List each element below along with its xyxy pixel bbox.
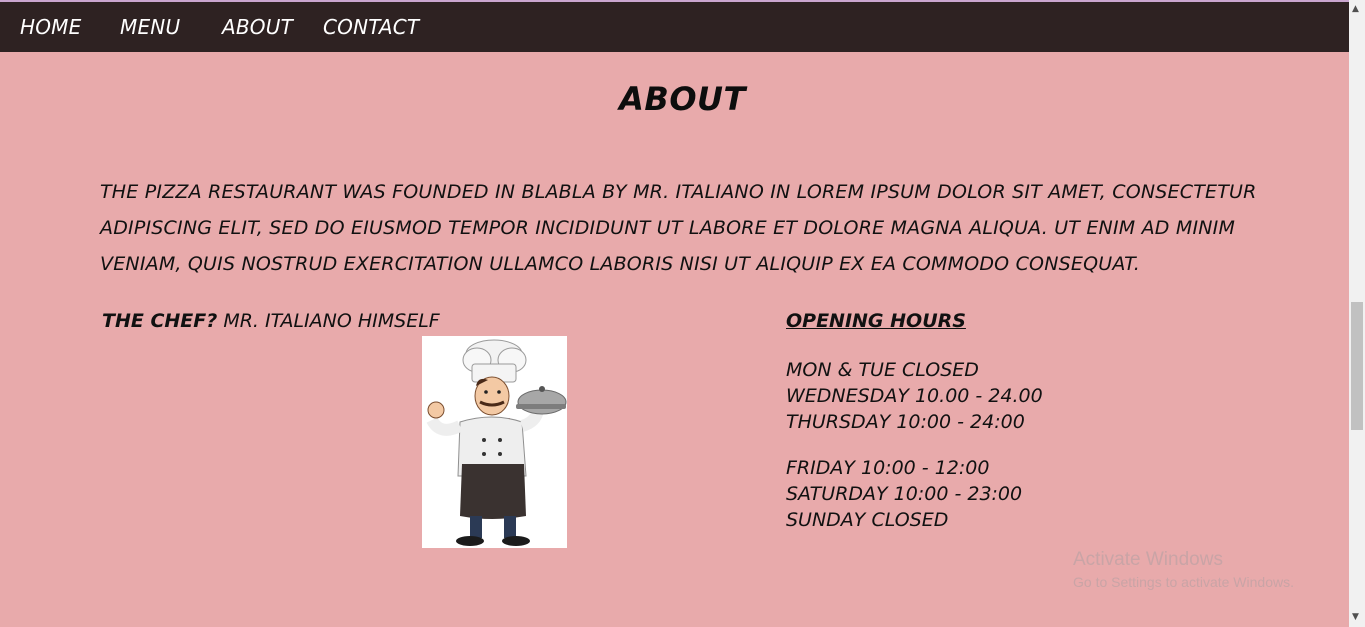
watermark-subtitle: Go to Settings to activate Windows. <box>1073 574 1294 590</box>
scrollbar-thumb[interactable] <box>1351 302 1363 430</box>
about-intro-text: THE PIZZA RESTAURANT WAS FOUNDED IN BLAB… <box>100 181 1257 275</box>
opening-hours-heading: OPENING HOURS <box>786 310 966 332</box>
hours-line: THURSDAY 10:00 - 24:00 <box>786 411 1025 433</box>
chef-illustration <box>422 336 567 548</box>
chef-label: THE CHEF? <box>102 310 218 332</box>
activate-windows-watermark: Activate Windows Go to Settings to activ… <box>1073 549 1294 590</box>
opening-hours-group-1: MON & TUE CLOSED WEDNESDAY 10.00 - 24.00… <box>786 357 1043 435</box>
nav-contact-link[interactable]: CONTACT <box>323 15 419 39</box>
opening-hours-group-2: FRIDAY 10:00 - 12:00 SATURDAY 10:00 - 23… <box>786 455 1022 533</box>
nav-home-link[interactable]: HOME <box>20 15 81 39</box>
watermark-title: Activate Windows <box>1073 549 1223 570</box>
hours-line: FRIDAY 10:00 - 12:00 <box>786 457 990 479</box>
top-navbar: HOME MENU ABOUT CONTACT <box>0 2 1349 52</box>
nav-menu-link[interactable]: MENU <box>120 15 180 39</box>
scroll-up-arrow-icon[interactable]: ▲ <box>1352 4 1359 14</box>
hours-line: WEDNESDAY 10.00 - 24.00 <box>786 385 1043 407</box>
hours-line: MON & TUE CLOSED <box>786 359 979 381</box>
scroll-down-arrow-icon[interactable]: ▼ <box>1352 612 1359 622</box>
page-title: ABOUT <box>619 80 746 118</box>
chef-name: MR. ITALIANO HIMSELF <box>223 310 440 332</box>
hours-line: SUNDAY CLOSED <box>786 509 949 531</box>
hours-line: SATURDAY 10:00 - 23:00 <box>786 483 1023 505</box>
chef-line: THE CHEF? MR. ITALIANO HIMSELF <box>102 310 440 332</box>
nav-about-link[interactable]: ABOUT <box>222 15 293 39</box>
chef-figure-icon <box>426 339 567 546</box>
